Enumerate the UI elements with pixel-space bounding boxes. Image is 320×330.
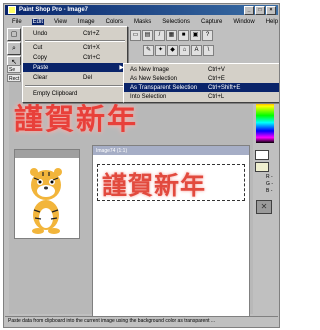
menu-image[interactable]: Image (77, 19, 96, 25)
app-icon (8, 6, 16, 14)
title-bar: Paint Shop Pro - Image7 _ □ × (5, 5, 278, 15)
menu-masks[interactable]: Masks (133, 19, 152, 25)
menu-colors[interactable]: Colors (105, 19, 124, 25)
menu-item-clear-label: Clear (33, 74, 48, 81)
close-panel-icon[interactable]: ✕ (256, 200, 272, 214)
menu-item-undo[interactable]: Undo Ctrl+Z (23, 29, 127, 38)
image-window[interactable]: Image74 (1:1) 謹賀新年 (92, 145, 250, 324)
window-title: Paint Shop Pro - Image7 (19, 7, 89, 13)
paste-submenu: As New Image Ctrl+V As New Selection Ctr… (123, 63, 279, 103)
submenu-item-label: Into Selection (130, 93, 167, 100)
grid-icon[interactable]: ▦ (166, 30, 177, 41)
menu-help[interactable]: Help (265, 19, 279, 25)
zoom-icon[interactable]: ⌕ (7, 42, 21, 55)
color-readout: R -G -B - (266, 174, 273, 194)
menu-item-clear-shortcut: Del (83, 74, 93, 81)
tiger-image-window[interactable] (14, 149, 80, 239)
menu-item-empty-clipboard-label: Empty Clipboard (33, 90, 78, 97)
menu-selections[interactable]: Selections (161, 19, 191, 25)
menu-item-cut[interactable]: Cut Ctrl+X (23, 43, 127, 52)
window-controls: _ □ × (244, 6, 276, 15)
tab-rect[interactable]: Rect (7, 74, 21, 82)
menu-item-copy-shortcut: Ctrl+C (83, 54, 101, 61)
menu-item-clear[interactable]: Clear Del (23, 73, 127, 82)
submenu-item-label: As New Selection (130, 75, 178, 82)
brush-icon[interactable]: / (154, 30, 165, 41)
maximize-icon[interactable]: □ (255, 6, 265, 15)
submenu-item-into-selection[interactable]: Into Selection Ctrl+L (124, 92, 279, 101)
fill-icon[interactable]: ◆ (167, 45, 178, 56)
submenu-item-shortcut: Ctrl+Shift+E (208, 84, 241, 91)
pencil-icon[interactable]: ✎ (143, 45, 154, 56)
color-swatches (255, 150, 273, 174)
menu-item-empty-clipboard[interactable]: Empty Clipboard (23, 89, 127, 98)
submenu-item-shortcut: Ctrl+L (208, 93, 225, 100)
submenu-item-as-new-selection[interactable]: As New Selection Ctrl+E (124, 74, 279, 83)
menu-edit[interactable]: Edit (31, 18, 45, 25)
tiger-image (30, 168, 62, 234)
submenu-item-shortcut: Ctrl+E (208, 75, 225, 82)
foreground-swatch[interactable] (255, 162, 269, 172)
tool-column: ▢ ⌕ ↖ (7, 28, 21, 70)
minimize-icon[interactable]: _ (244, 6, 254, 15)
text-icon[interactable]: A (191, 45, 202, 56)
toolbar-row-1: ▭ ▤ / ▦ ■ ▣ ? (130, 30, 213, 41)
menu-item-copy[interactable]: Copy Ctrl+C (23, 53, 127, 62)
menu-bar: File Edit View Image Colors Masks Select… (5, 17, 278, 26)
menu-separator (25, 85, 125, 87)
clone-icon[interactable]: ⌂ (179, 45, 190, 56)
menu-item-undo-shortcut: Ctrl+Z (83, 30, 100, 37)
menu-window[interactable]: Window (232, 19, 255, 25)
new-file-icon[interactable]: ▢ (7, 28, 21, 41)
menu-item-cut-label: Cut (33, 44, 43, 51)
window-icon[interactable]: ▤ (142, 30, 153, 41)
tiger-window-title (15, 150, 79, 158)
status-bar: Paste data from clipboard into the curre… (5, 316, 278, 326)
submenu-item-as-transparent-selection[interactable]: As Transparent Selection Ctrl+Shift+E (124, 83, 279, 92)
menu-item-paste-label: Paste (33, 64, 49, 71)
image-window-title: Image74 (1:1) (93, 146, 249, 155)
menu-view[interactable]: View (53, 19, 68, 25)
submenu-item-shortcut: Ctrl+V (208, 66, 225, 73)
submenu-item-label: As New Image (130, 66, 170, 73)
submenu-item-as-new-image[interactable]: As New Image Ctrl+V (124, 65, 279, 74)
palette-icon[interactable]: ■ (178, 30, 189, 41)
edit-menu: Undo Ctrl+Z Cut Ctrl+X Copy Ctrl+C Paste… (22, 26, 128, 103)
help-icon[interactable]: ? (202, 30, 213, 41)
submenu-item-label: As Transparent Selection (130, 84, 198, 91)
menu-item-copy-label: Copy (33, 54, 48, 61)
monitor-icon[interactable]: ▭ (130, 30, 141, 41)
app-window: Paint Shop Pro - Image7 _ □ × File Edit … (3, 3, 280, 328)
menu-item-cut-shortcut: Ctrl+X (83, 44, 100, 51)
toolbar-row-2: ✎ ✦ ◆ ⌂ A \ (143, 45, 214, 56)
menu-capture[interactable]: Capture (200, 19, 223, 25)
background-swatch[interactable] (255, 150, 269, 160)
airbrush-icon[interactable]: ✦ (155, 45, 166, 56)
tab-se[interactable]: Se (7, 65, 21, 73)
menu-file[interactable]: File (11, 19, 23, 25)
menu-item-paste[interactable]: Paste ▶ (23, 63, 127, 72)
picture-icon[interactable]: ▣ (190, 30, 201, 41)
menu-separator (25, 40, 125, 42)
close-icon[interactable]: × (266, 6, 276, 15)
pasted-greeting-text: 謹賀新年 (102, 171, 207, 200)
menu-item-undo-label: Undo (33, 30, 48, 37)
line-icon[interactable]: \ (203, 45, 214, 56)
